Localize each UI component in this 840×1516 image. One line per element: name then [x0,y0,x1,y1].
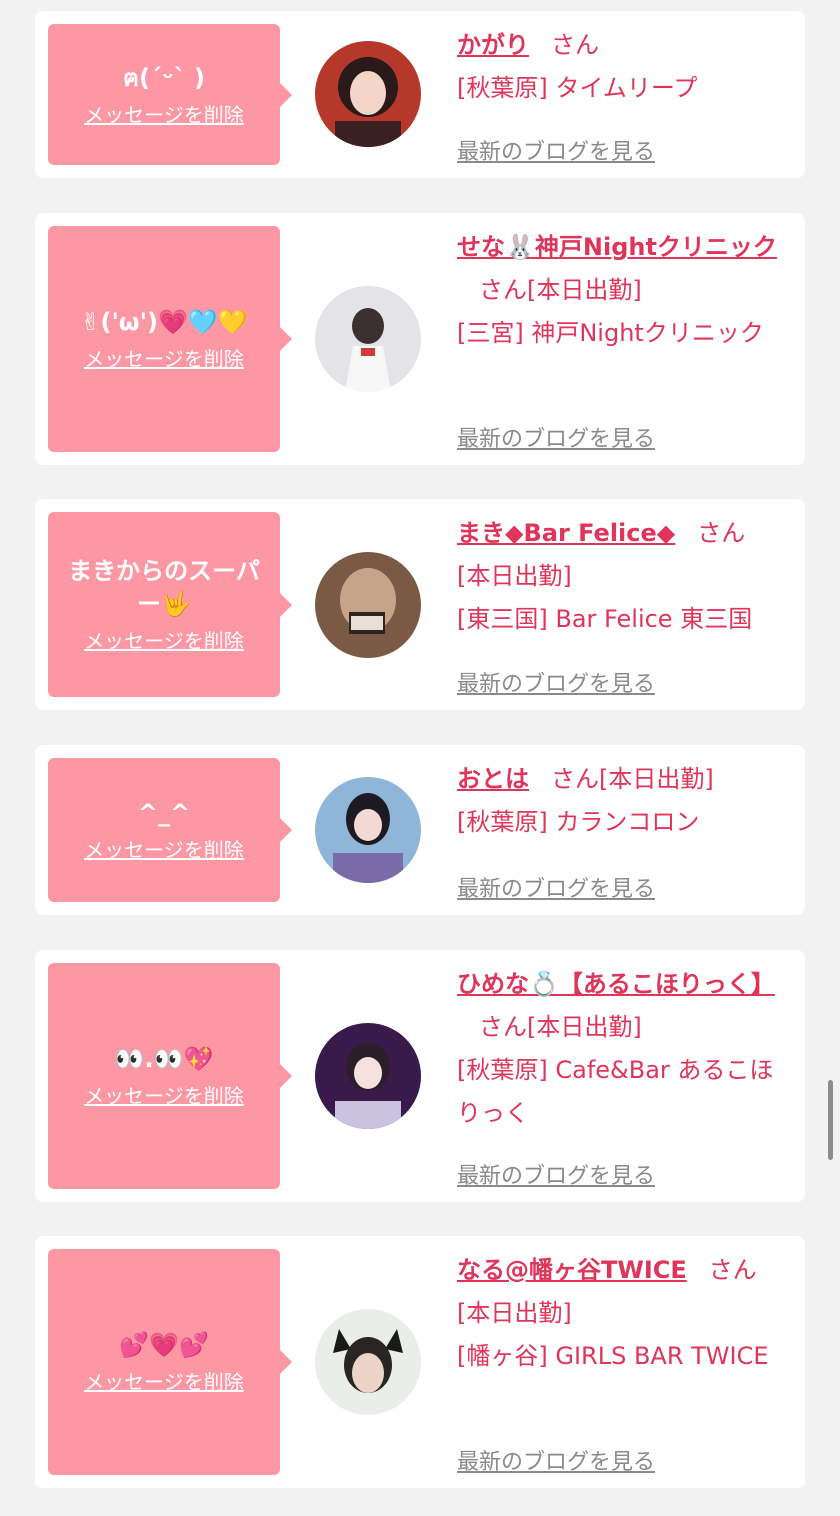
honorific: さん [479,276,527,304]
honorific: さん [551,31,599,59]
delete-message-link[interactable]: メッセージを削除 [84,834,244,863]
message-bubble: ฅ(ˊᵕˋ ) メッセージを削除 [48,24,292,165]
cast-name-link[interactable]: おとは [457,765,529,793]
delete-message-link[interactable]: メッセージを削除 [84,343,244,372]
attendance-status: [本日出勤] [527,276,642,304]
latest-blog-link[interactable]: 最新のブログを見る [457,1444,655,1476]
message-card: まきからのスーパー🤟 メッセージを削除 まき◆Bar Felice◆ さん [本日… [35,499,805,710]
latest-blog-link[interactable]: 最新のブログを見る [457,134,655,166]
shop-location: [秋葉原] タイムリープ [457,74,698,102]
avatar[interactable] [315,41,421,147]
avatar[interactable] [315,1309,421,1415]
cast-name-link[interactable]: まき◆Bar Felice◆ [457,519,675,547]
honorific: さん [479,1013,527,1041]
delete-message-link[interactable]: メッセージを削除 [84,1080,244,1109]
message-bubble: まきからのスーパー🤟 メッセージを削除 [48,512,292,697]
message-bubble: ^_^ メッセージを削除 [48,758,292,902]
avatar[interactable] [315,286,421,392]
honorific: さん [697,519,746,547]
shop-location: [幡ヶ谷] GIRLS BAR TWICE [457,1342,769,1370]
message-card: ฅ(ˊᵕˋ ) メッセージを削除 かがり さん [秋葉原] タイムリープ 最新のブ… [35,11,805,178]
cast-info: おとは さん[本日出勤] [秋葉原] カランコロン [457,758,793,844]
attendance-status: [本日出勤] [599,765,714,793]
latest-blog-link[interactable]: 最新のブログを見る [457,871,655,903]
message-bubble: 👀.👀💖 メッセージを削除 [48,963,292,1189]
message-card: 👀.👀💖 メッセージを削除 ひめな💍【あるこほりっく】さん[本日出勤] [秋葉原… [35,950,805,1202]
message-bubble: ✌︎('ω')💗🩵💛 メッセージを削除 [48,226,292,452]
cast-name-link[interactable]: かがり [457,31,529,59]
avatar[interactable] [315,1023,421,1129]
avatar[interactable] [315,777,421,883]
latest-blog-link[interactable]: 最新のブログを見る [457,421,655,453]
cast-name-link[interactable]: ひめな💍【あるこほりっく】 [457,970,775,998]
cast-name-link[interactable]: せな🐰神戸Nightクリニック [457,233,777,261]
message-text: 💕💗💕 [119,1331,209,1359]
cast-info: ひめな💍【あるこほりっく】さん[本日出勤] [秋葉原] Cafe&Bar あるこ… [457,963,793,1135]
delete-message-link[interactable]: メッセージを削除 [84,1366,244,1395]
latest-blog-link[interactable]: 最新のブログを見る [457,1158,655,1190]
message-text: 👀.👀💖 [114,1045,214,1073]
honorific: さん [551,765,599,793]
attendance-status: [本日出勤] [457,562,572,590]
message-text: ✌︎('ω')💗🩵💛 [80,308,248,336]
message-card: ^_^ メッセージを削除 おとは さん[本日出勤] [秋葉原] カランコロン 最新… [35,745,805,915]
cast-info: せな🐰神戸Nightクリニックさん[本日出勤] [三宮] 神戸Nightクリニッ… [457,226,793,355]
latest-blog-link[interactable]: 最新のブログを見る [457,666,655,698]
delete-message-link[interactable]: メッセージを削除 [84,625,244,654]
message-bubble: 💕💗💕 メッセージを削除 [48,1249,292,1475]
message-text: ฅ(ˊᵕˋ ) [122,63,206,92]
message-card: 💕💗💕 メッセージを削除 なる@幡ヶ谷TWICE さん [本日出勤] [幡ヶ谷] … [35,1236,805,1488]
shop-location: [東三国] Bar Felice 東三国 [457,605,753,633]
message-text: ^_^ [137,799,191,827]
cast-name-link[interactable]: なる@幡ヶ谷TWICE [457,1256,687,1284]
shop-location: [秋葉原] Cafe&Bar あるこほりっく [457,1056,774,1127]
cast-info: かがり さん [秋葉原] タイムリープ [457,24,793,110]
delete-message-link[interactable]: メッセージを削除 [84,99,244,128]
message-list: ฅ(ˊᵕˋ ) メッセージを削除 かがり さん [秋葉原] タイムリープ 最新のブ… [0,0,840,1516]
shop-location: [秋葉原] カランコロン [457,808,700,836]
scrollbar[interactable] [828,1080,833,1160]
honorific: さん [708,1256,757,1284]
attendance-status: [本日出勤] [527,1013,642,1041]
attendance-status: [本日出勤] [457,1299,572,1327]
shop-location: [三宮] 神戸Nightクリニック [457,319,764,347]
avatar[interactable] [315,552,421,658]
message-text: まきからのスーパー🤟 [68,557,260,618]
cast-info: なる@幡ヶ谷TWICE さん [本日出勤] [幡ヶ谷] GIRLS BAR TWI… [457,1249,793,1378]
cast-info: まき◆Bar Felice◆ さん [本日出勤] [東三国] Bar Felice… [457,512,793,641]
message-card: ✌︎('ω')💗🩵💛 メッセージを削除 せな🐰神戸Nightクリニックさん[本日… [35,213,805,465]
